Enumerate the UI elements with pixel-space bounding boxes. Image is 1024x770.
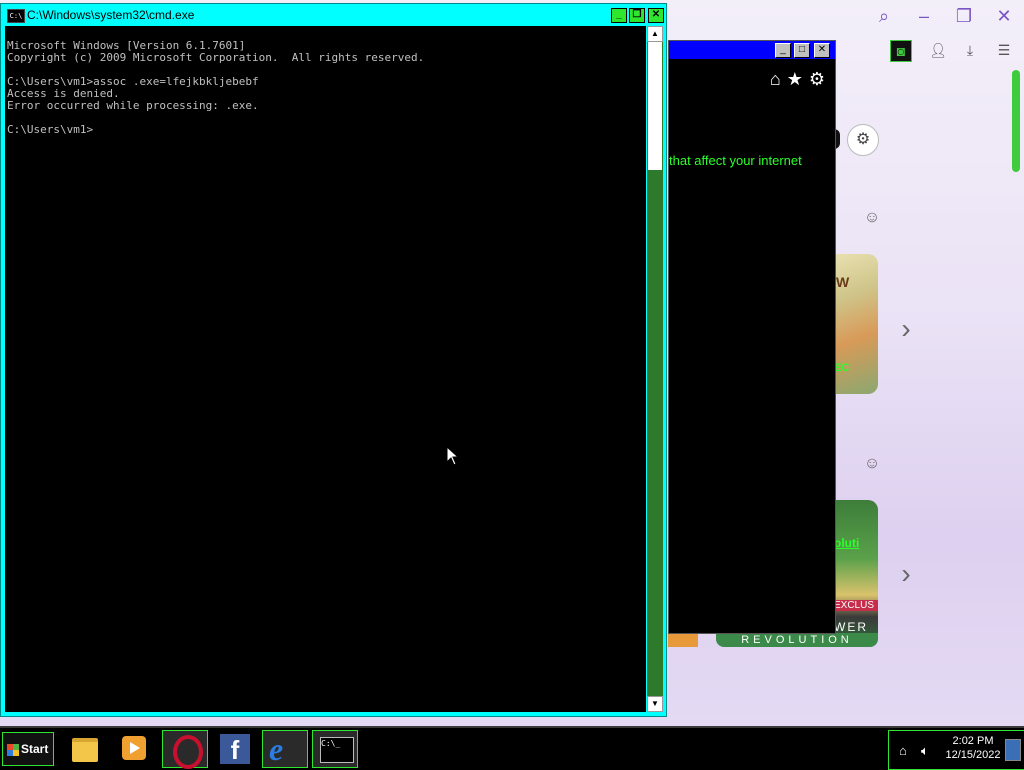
chevron-right-icon[interactable]: › [896, 559, 916, 589]
gear-icon[interactable]: ⚙ [809, 69, 825, 89]
gear-icon[interactable]: ⚙ [847, 124, 879, 156]
home-icon[interactable]: ⌂ [770, 69, 781, 89]
cmd-title-bar[interactable]: C:\ C:\Windows\system32\cmd.exe _ ❐ ✕ [3, 6, 664, 24]
taskbar-facebook[interactable]: f [212, 730, 256, 766]
system-tray: ⌂ 🔈︎ 2:02 PM 12/15/2022 [888, 730, 1024, 770]
show-desktop-button[interactable] [1005, 739, 1021, 761]
search-icon[interactable]: ⌕ [872, 4, 896, 28]
close-button[interactable]: ✕ [648, 8, 664, 23]
restore-icon[interactable]: ❐ [952, 4, 976, 28]
taskbar-internet-explorer[interactable]: e [262, 730, 308, 768]
download-icon[interactable]: ⤓ [960, 40, 980, 60]
smile-icon[interactable]: ☺ [863, 455, 881, 473]
secondary-message: that affect your internet [669, 153, 802, 168]
console-area[interactable]: Microsoft Windows [Version 6.1.7601] Copy… [5, 26, 646, 712]
console-line: Error occurred while processing: .exe. [7, 99, 259, 112]
taskbar-media-player[interactable] [110, 730, 154, 766]
browser-scrollbar[interactable] [1012, 70, 1020, 172]
taskbar-opera[interactable] [162, 730, 208, 769]
game-card[interactable]: oluti EXCLUS WER [834, 500, 878, 646]
console-prompt: C:\Users\vm1> [7, 123, 94, 136]
minimize-button[interactable]: _ [775, 43, 791, 58]
card-fragment [668, 633, 698, 647]
scroll-up-button[interactable]: ▲ [647, 26, 663, 42]
camera-icon[interactable]: ◙ [890, 40, 912, 62]
close-button[interactable]: ✕ [814, 43, 830, 58]
volume-icon[interactable]: 🔈︎ [921, 743, 929, 759]
folder-icon [72, 738, 98, 762]
cmd-icon: C:\ [7, 9, 25, 23]
network-icon[interactable]: ⌂ [899, 743, 907, 758]
secondary-window[interactable]: _ □ ✕ ⌂ ★ ⚙ that affect your internet [668, 40, 836, 634]
cmd-icon: C:\_ [320, 737, 354, 763]
chevron-right-icon[interactable]: › [896, 314, 916, 344]
browser-title-bar: ⌕ – ❐ ✕ [668, 0, 1024, 32]
secondary-toolbar: ⌂ ★ ⚙ [764, 69, 825, 90]
settings-icon[interactable]: ☰ [994, 40, 1014, 60]
window-title: C:\Windows\system32\cmd.exe [27, 8, 195, 22]
banner-text: REVOLUTION [741, 634, 853, 646]
minimize-icon[interactable]: – [912, 4, 936, 28]
facebook-icon: f [220, 734, 250, 765]
restore-button[interactable]: ❐ [629, 8, 645, 23]
mouse-cursor-icon [446, 446, 460, 466]
clock[interactable]: 2:02 PM 12/15/2022 [941, 734, 1005, 762]
scroll-down-button[interactable]: ▼ [647, 696, 663, 712]
scroll-thumb[interactable] [648, 42, 662, 170]
internet-explorer-icon: e [269, 731, 284, 767]
clock-date: 12/15/2022 [945, 749, 1001, 761]
start-button[interactable]: Start [2, 732, 54, 766]
cmd-window[interactable]: C:\ C:\Windows\system32\cmd.exe _ ❐ ✕ Mi… [0, 3, 667, 717]
taskbar-cmd[interactable]: C:\_ [312, 730, 358, 768]
card-badge: EXCLUS [834, 600, 878, 611]
minimize-button[interactable]: _ [611, 8, 627, 23]
clock-time: 2:02 PM [952, 735, 994, 747]
secondary-title-bar[interactable]: _ □ ✕ [669, 41, 835, 59]
media-player-icon [122, 736, 146, 760]
account-icon[interactable]: 👤︎ [928, 40, 948, 60]
console-line: Copyright (c) 2009 Microsoft Corporation… [7, 51, 425, 64]
opera-icon [173, 735, 203, 769]
windows-logo-icon [7, 743, 19, 756]
taskbar: Start f e C:\_ ⌂ 🔈︎ 2:02 PM 12/15/2022 [0, 726, 1024, 770]
console-output: Microsoft Windows [Version 6.1.7601] Copy… [7, 28, 424, 160]
start-label: Start [21, 742, 49, 756]
vertical-scrollbar[interactable]: ▲ ▼ [647, 26, 663, 712]
close-icon[interactable]: ✕ [992, 4, 1016, 28]
smile-icon[interactable]: ☺ [863, 209, 881, 227]
taskbar-explorer[interactable] [62, 730, 106, 766]
star-icon[interactable]: ★ [787, 69, 803, 89]
card-banner: REVOLUTION [716, 633, 878, 647]
maximize-button[interactable]: □ [794, 43, 810, 58]
card-art: W [836, 274, 850, 290]
browser-toolbar: ◙ 👤︎ ⤓ ☰ [834, 34, 1024, 66]
game-card[interactable]: W EC [834, 254, 878, 394]
card-label: oluti [834, 536, 860, 550]
card-label: EC [834, 362, 850, 374]
card-footer: WER [834, 620, 868, 634]
